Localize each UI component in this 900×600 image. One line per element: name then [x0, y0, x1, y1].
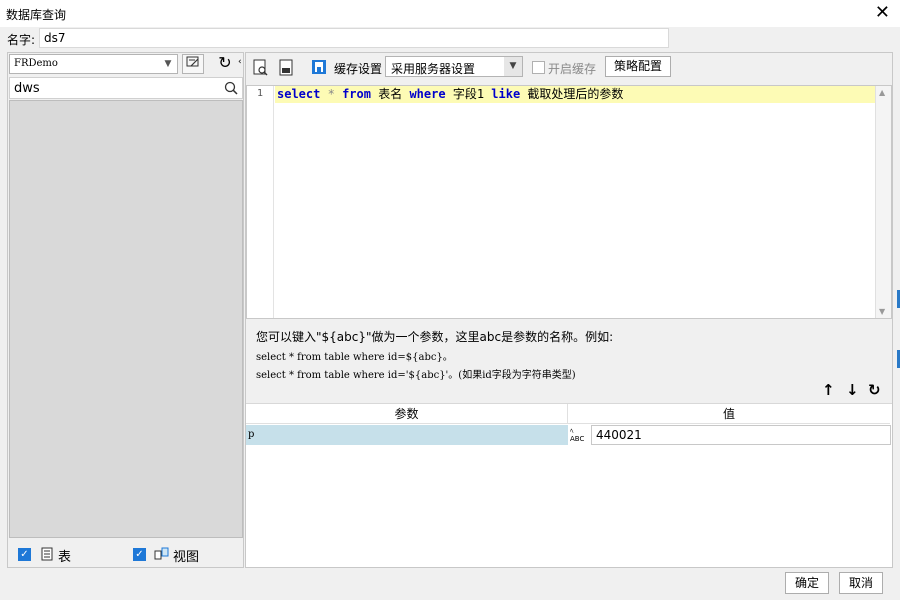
refresh-params-icon[interactable]: ↻	[868, 381, 881, 399]
cache-mode-value: 采用服务器设置	[391, 62, 476, 76]
move-down-icon[interactable]: ↓	[846, 381, 859, 399]
param-toolbar: ↑ ↓ ↻	[818, 381, 888, 401]
object-type-filters: ✓ 表 ✓ 视图	[8, 542, 243, 566]
query-panel: 缓存设置 采用服务器设置 ▼ 开启缓存 策略配置 1 select * from…	[245, 52, 893, 568]
param-table: 参数 值 p ﾍ ABC 440021	[246, 403, 892, 567]
search-icon[interactable]	[224, 81, 238, 95]
cancel-button[interactable]: 取消	[839, 572, 883, 594]
line-gutter: 1	[247, 86, 274, 318]
window-title: 数据库查询	[6, 8, 67, 22]
edit-connection-icon	[186, 56, 199, 67]
views-checkbox[interactable]: ✓	[133, 548, 146, 561]
name-input[interactable]: ds7	[39, 28, 669, 48]
param-type-icon[interactable]: ﾍ ABC	[568, 425, 590, 445]
collapse-icon[interactable]: ‹	[238, 57, 242, 67]
token-field: 字段1	[452, 87, 485, 101]
name-label: 名字:	[7, 33, 36, 47]
enable-cache-checkbox[interactable]	[532, 61, 545, 74]
kw-select: select	[277, 87, 321, 101]
ok-button[interactable]: 确定	[785, 572, 829, 594]
dialog-footer: 确定 取消	[0, 569, 900, 600]
tables-checkbox[interactable]: ✓	[18, 548, 31, 561]
views-label: 视图	[173, 550, 200, 565]
edit-connection-button[interactable]	[182, 54, 204, 74]
hint-line-1: 您可以键入"${abc}"做为一个参数，这里abc是参数的名称。例如:	[256, 330, 614, 344]
connection-select-value: FRDemo	[14, 58, 58, 69]
table-tree[interactable]	[9, 100, 243, 538]
name-row: 名字: ds7	[0, 27, 900, 51]
table-icon	[41, 547, 53, 561]
kw-from: from	[342, 87, 371, 101]
param-header-name: 参数	[246, 404, 568, 424]
preview-icon[interactable]	[252, 59, 270, 77]
connection-panel: FRDemo ▼ ↻ ‹ dws ✓ 表 ✓ 视图	[7, 52, 244, 568]
sql-icon[interactable]	[278, 59, 296, 77]
cache-mode-select[interactable]: 采用服务器设置 ▼	[385, 56, 523, 77]
chevron-down-icon[interactable]: ▼	[504, 57, 522, 76]
param-name-cell[interactable]: p	[246, 425, 568, 445]
chevron-down-icon[interactable]: ▼	[160, 56, 176, 72]
kw-where: where	[409, 87, 446, 101]
enable-cache-label: 开启缓存	[548, 62, 597, 76]
kw-like: like	[491, 87, 521, 101]
type-icon-label: ABC	[570, 435, 585, 443]
scroll-down-icon[interactable]: ▼	[879, 307, 885, 316]
token-rest: 截取处理后的参数	[527, 87, 624, 101]
line-number: 1	[256, 88, 263, 99]
connection-select[interactable]: FRDemo ▼	[9, 54, 178, 74]
tables-label: 表	[58, 550, 72, 565]
hint-line-2: select * from table where id=${abc}。	[256, 352, 453, 363]
sql-code-line[interactable]: select * from 表名 where 字段1 like 截取处理后的参数	[275, 86, 877, 103]
cache-icon	[312, 60, 326, 74]
query-toolbar: 缓存设置 采用服务器设置 ▼ 开启缓存 策略配置	[246, 53, 892, 83]
param-value-input[interactable]: 440021	[591, 425, 891, 445]
type-icon-glyph: ﾍ	[570, 427, 574, 435]
param-header-value: 值	[568, 404, 890, 424]
table-row[interactable]: p ﾍ ABC 440021	[246, 425, 892, 445]
table-search[interactable]: dws	[9, 77, 243, 99]
hint-line-3: select * from table where id='${abc}'。(如…	[256, 370, 576, 381]
parameter-hint: 您可以键入"${abc}"做为一个参数，这里abc是参数的名称。例如: sele…	[256, 328, 886, 381]
title-bar: 数据库查询 ✕	[0, 0, 900, 27]
close-icon[interactable]: ✕	[875, 3, 890, 23]
view-icon	[154, 547, 169, 560]
sql-editor[interactable]: 1 select * from 表名 where 字段1 like 截取处理后的…	[246, 85, 892, 319]
cache-settings-label: 缓存设置	[334, 62, 383, 76]
editor-scrollbar[interactable]: ▲ ▼	[875, 86, 891, 318]
token-star: *	[327, 87, 335, 101]
strategy-config-button[interactable]: 策略配置	[605, 56, 671, 77]
token-table: 表名	[378, 87, 403, 101]
table-search-input[interactable]: dws	[14, 81, 40, 96]
refresh-icon[interactable]: ↻	[214, 54, 236, 74]
move-up-icon[interactable]: ↑	[822, 381, 835, 399]
scroll-up-icon[interactable]: ▲	[879, 88, 885, 97]
